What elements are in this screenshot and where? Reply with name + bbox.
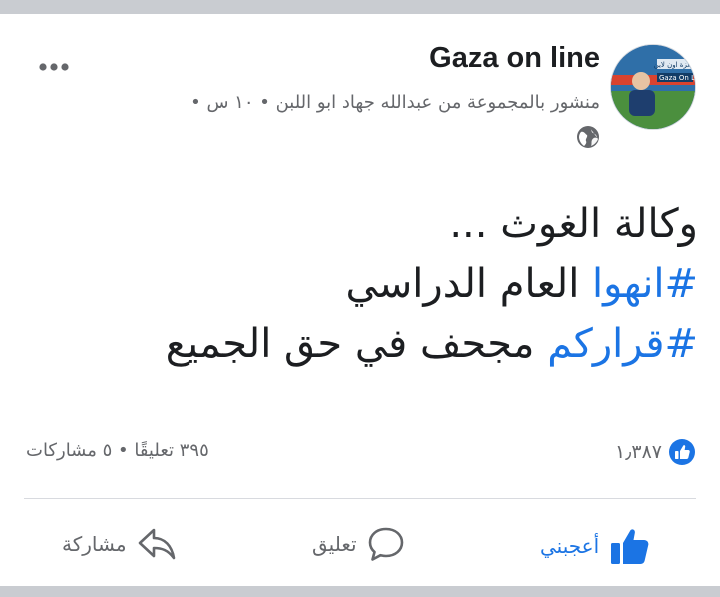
like-count: ١٫٣٨٧ xyxy=(615,441,662,463)
like-label: أعجبني xyxy=(540,534,600,558)
divider xyxy=(24,498,696,499)
like-badge-icon xyxy=(669,439,695,465)
post-line: وكالة الغوث ... xyxy=(38,194,698,254)
hashtag-link[interactable]: #قراركم xyxy=(547,321,698,367)
like-button[interactable]: أعجبني xyxy=(540,526,651,566)
svg-text:Gaza On L: Gaza On L xyxy=(659,74,695,82)
post-line: #انهوا العام الدراسي xyxy=(38,254,698,314)
post-text-segment: وكالة الغوث ... xyxy=(449,201,698,247)
comment-label: تعليق xyxy=(312,532,357,556)
post-text-segment: مجحف في حق الجميع xyxy=(165,321,548,367)
hashtag-link[interactable]: #انهوا xyxy=(592,261,698,307)
comment-button[interactable]: تعليق xyxy=(312,526,405,562)
globe-icon xyxy=(577,126,599,148)
group-avatar[interactable]: غزة اون لاين Gaza On L xyxy=(610,44,696,130)
comment-bubble-icon xyxy=(368,527,403,561)
share-label: مشاركة xyxy=(62,532,127,556)
share-button[interactable]: مشاركة xyxy=(62,526,177,562)
post-line: #قراركم مجحف في حق الجميع xyxy=(38,314,698,374)
share-arrow-icon xyxy=(138,528,175,560)
feed-separator xyxy=(0,586,720,597)
post-text-segment: العام الدراسي xyxy=(345,261,593,307)
thumbs-up-icon xyxy=(611,529,649,564)
post-meta: منشور بالمجموعة من عبدالله جهاد ابو اللب… xyxy=(190,92,600,113)
more-options-button[interactable] xyxy=(36,52,72,82)
reaction-summary[interactable]: ١٫٣٨٧ xyxy=(615,438,696,466)
comments-shares-count[interactable]: ٣٩٥ تعليقًا • ٥ مشاركات xyxy=(26,440,209,461)
group-name[interactable]: Gaza on line xyxy=(429,42,600,75)
svg-text:غزة اون لاين: غزة اون لاين xyxy=(654,61,692,69)
post-card: غزة اون لاين Gaza On L Gaza on line منشو… xyxy=(0,14,720,586)
post-body: وكالة الغوث ... #انهوا العام الدراسي #قر… xyxy=(38,194,698,374)
more-options-icon xyxy=(39,63,69,71)
